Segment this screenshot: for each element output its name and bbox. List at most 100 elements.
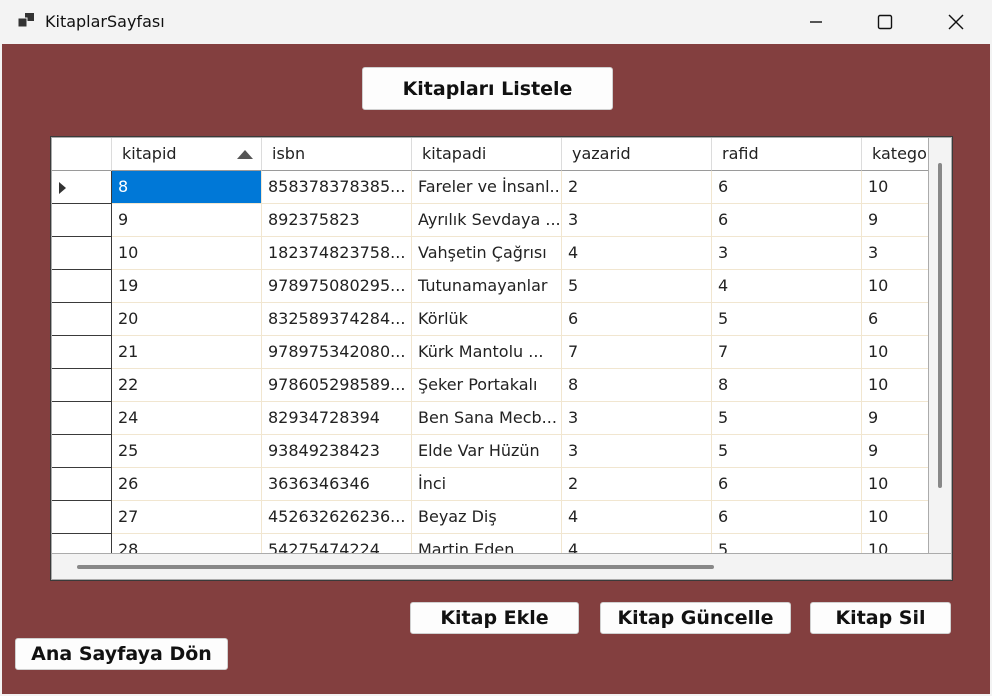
minimize-button[interactable] [793, 0, 839, 44]
cell-rafid[interactable]: 7 [712, 336, 862, 369]
cell-yazarid[interactable]: 8 [562, 369, 712, 402]
cell-rafid[interactable]: 6 [712, 468, 862, 501]
column-header-kitapadi[interactable]: kitapadi [412, 138, 562, 171]
cell-isbn[interactable]: 892375823 [262, 204, 412, 237]
table-row[interactable]: 20 832589374284... Körlük 6 5 6 [52, 303, 928, 336]
list-books-button[interactable]: Kitapları Listele [362, 67, 613, 110]
cell-rafid[interactable]: 6 [712, 501, 862, 534]
horizontal-scroll-thumb[interactable] [77, 565, 714, 569]
table-row[interactable]: 21 978975342080... Kürk Mantolu ... 7 7 10 [52, 336, 928, 369]
cell-rafid[interactable]: 6 [712, 171, 862, 204]
cell-yazarid[interactable]: 3 [562, 435, 712, 468]
cell-rafid[interactable]: 5 [712, 402, 862, 435]
cell-kitapadi[interactable]: Fareler ve İnsanl... [412, 171, 562, 204]
cell-kitapadi[interactable]: Martin Eden [412, 534, 562, 553]
cell-isbn[interactable]: 832589374284... [262, 303, 412, 336]
row-header[interactable] [52, 501, 112, 534]
cell-kategori[interactable]: 10 [862, 501, 928, 534]
cell-kitapid[interactable]: 19 [112, 270, 262, 303]
cell-kitapadi[interactable]: Tutunamayanlar [412, 270, 562, 303]
cell-rafid[interactable]: 4 [712, 270, 862, 303]
column-header-rafid[interactable]: rafid [712, 138, 862, 171]
cell-kitapadi[interactable]: Vahşetin Çağrısı [412, 237, 562, 270]
row-header[interactable] [52, 435, 112, 468]
cell-yazarid[interactable]: 4 [562, 534, 712, 553]
grid-corner-header[interactable] [52, 138, 112, 171]
column-header-kategori[interactable]: katego [862, 138, 928, 171]
cell-isbn[interactable]: 93849238423 [262, 435, 412, 468]
cell-isbn[interactable]: 452632626236... [262, 501, 412, 534]
row-header[interactable] [52, 237, 112, 270]
maximize-button[interactable] [862, 0, 908, 44]
column-header-kitapid[interactable]: kitapid [112, 138, 262, 171]
column-header-yazarid[interactable]: yazarid [562, 138, 712, 171]
cell-kitapadi[interactable]: Şeker Portakalı [412, 369, 562, 402]
cell-rafid[interactable]: 5 [712, 303, 862, 336]
horizontal-scrollbar[interactable] [52, 554, 951, 579]
row-header[interactable] [52, 534, 112, 553]
cell-isbn[interactable]: 978975080295... [262, 270, 412, 303]
cell-kategori[interactable]: 10 [862, 336, 928, 369]
cell-isbn[interactable]: 978605298589... [262, 369, 412, 402]
cell-rafid[interactable]: 6 [712, 204, 862, 237]
vertical-scrollbar[interactable] [929, 138, 951, 553]
cell-kitapid[interactable]: 9 [112, 204, 262, 237]
row-header[interactable] [52, 402, 112, 435]
column-header-isbn[interactable]: isbn [262, 138, 412, 171]
cell-kategori[interactable]: 9 [862, 435, 928, 468]
cell-yazarid[interactable]: 5 [562, 270, 712, 303]
cell-kategori[interactable]: 10 [862, 468, 928, 501]
update-book-button[interactable]: Kitap Güncelle [600, 602, 791, 634]
cell-yazarid[interactable]: 3 [562, 402, 712, 435]
cell-isbn[interactable]: 54275474224 [262, 534, 412, 553]
cell-rafid[interactable]: 8 [712, 369, 862, 402]
row-header[interactable] [52, 204, 112, 237]
cell-isbn[interactable]: 82934728394 [262, 402, 412, 435]
cell-kategori[interactable]: 10 [862, 369, 928, 402]
table-row[interactable]: 9 892375823 Ayrılık Sevdaya ... 3 6 9 [52, 204, 928, 237]
cell-yazarid[interactable]: 2 [562, 468, 712, 501]
cell-kitapadi[interactable]: İnci [412, 468, 562, 501]
row-header[interactable] [52, 468, 112, 501]
cell-isbn[interactable]: 978975342080... [262, 336, 412, 369]
table-row[interactable]: 25 93849238423 Elde Var Hüzün 3 5 9 [52, 435, 928, 468]
cell-kitapid[interactable]: 26 [112, 468, 262, 501]
cell-kitapid[interactable]: 22 [112, 369, 262, 402]
table-row[interactable]: 10 182374823758... Vahşetin Çağrısı 4 3 3 [52, 237, 928, 270]
cell-yazarid[interactable]: 7 [562, 336, 712, 369]
cell-isbn[interactable]: 182374823758... [262, 237, 412, 270]
delete-book-button[interactable]: Kitap Sil [810, 602, 951, 634]
cell-kitapadi[interactable]: Kürk Mantolu ... [412, 336, 562, 369]
cell-isbn[interactable]: 858378378385... [262, 171, 412, 204]
cell-kategori[interactable]: 10 [862, 534, 928, 553]
table-row[interactable]: 27 452632626236... Beyaz Diş 4 6 10 [52, 501, 928, 534]
cell-kategori[interactable]: 9 [862, 204, 928, 237]
cell-kitapid[interactable]: 27 [112, 501, 262, 534]
row-header[interactable] [52, 270, 112, 303]
table-row[interactable]: 28 54275474224 Martin Eden 4 5 10 [52, 534, 928, 553]
close-button[interactable] [933, 0, 979, 44]
cell-kitapadi[interactable]: Ben Sana Mecb... [412, 402, 562, 435]
cell-yazarid[interactable]: 2 [562, 171, 712, 204]
cell-kategori[interactable]: 9 [862, 402, 928, 435]
cell-kategori[interactable]: 10 [862, 270, 928, 303]
cell-yazarid[interactable]: 3 [562, 204, 712, 237]
cell-kitapadi[interactable]: Beyaz Diş [412, 501, 562, 534]
cell-kitapid[interactable]: 21 [112, 336, 262, 369]
row-header[interactable] [52, 369, 112, 402]
row-header[interactable] [52, 336, 112, 369]
cell-kategori[interactable]: 3 [862, 237, 928, 270]
table-row[interactable]: 8 858378378385... Fareler ve İnsanl... 2 6 10 [52, 171, 928, 204]
cell-kitapadi[interactable]: Ayrılık Sevdaya ... [412, 204, 562, 237]
table-row[interactable]: 19 978975080295... Tutunamayanlar 5 4 10 [52, 270, 928, 303]
row-header[interactable] [52, 171, 112, 204]
cell-kitapid[interactable]: 20 [112, 303, 262, 336]
cell-kitapadi[interactable]: Körlük [412, 303, 562, 336]
cell-kitapid[interactable]: 8 [112, 171, 262, 204]
vertical-scroll-thumb[interactable] [938, 163, 942, 488]
cell-kategori[interactable]: 6 [862, 303, 928, 336]
books-data-grid[interactable]: kitapid isbn kitapadi yazarid rafid kate… [50, 136, 953, 581]
cell-kitapid[interactable]: 24 [112, 402, 262, 435]
cell-kitapid[interactable]: 28 [112, 534, 262, 553]
back-to-home-button[interactable]: Ana Sayfaya Dön [15, 638, 228, 670]
